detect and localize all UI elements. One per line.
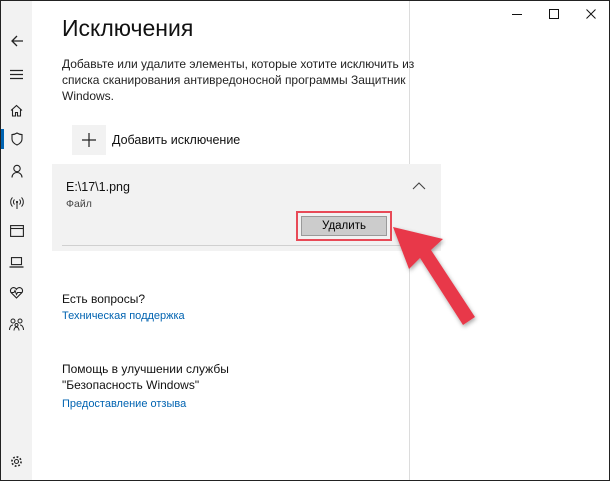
page-title: Исключения xyxy=(62,15,194,41)
sidebar-item-home[interactable] xyxy=(1,96,32,124)
sidebar-item-app-browser[interactable] xyxy=(1,217,32,245)
improve-heading-line1: Помощь в улучшении службы xyxy=(62,362,229,376)
sidebar-item-device-health[interactable] xyxy=(1,278,32,306)
heart-pulse-icon xyxy=(9,286,24,299)
wireless-icon xyxy=(9,196,24,209)
back-button[interactable] xyxy=(1,27,32,55)
window: Исключения Добавьте или удалите элементы… xyxy=(0,0,610,481)
add-exclusion-button[interactable]: Добавить исключение xyxy=(72,125,240,155)
sidebar-item-firewall[interactable] xyxy=(1,188,32,216)
app-browser-icon xyxy=(9,225,24,237)
chevron-up-icon[interactable] xyxy=(411,180,427,192)
sidebar xyxy=(1,1,32,480)
card-divider xyxy=(62,245,429,246)
sidebar-item-virus-protection[interactable] xyxy=(1,125,32,153)
add-exclusion-label: Добавить исключение xyxy=(112,133,241,147)
sidebar-item-account[interactable] xyxy=(1,157,32,185)
laptop-icon xyxy=(9,256,24,268)
main-content: Исключения Добавьте или удалите элементы… xyxy=(32,1,609,480)
menu-button[interactable] xyxy=(1,60,32,88)
page-description: Добавьте или удалите элементы, которые х… xyxy=(62,57,415,103)
tech-support-link[interactable]: Техническая поддержка xyxy=(62,310,185,322)
add-exclusion-box xyxy=(72,125,106,155)
help-heading: Есть вопросы? xyxy=(62,292,146,306)
plus-icon xyxy=(82,133,96,147)
feedback-link[interactable]: Предоставление отзыва xyxy=(62,398,186,410)
sidebar-item-family[interactable] xyxy=(1,310,32,338)
hamburger-menu-icon xyxy=(10,69,23,79)
exclusion-item[interactable]: E:\17\1.png Файл Удалить xyxy=(52,164,441,251)
sidebar-item-device-security[interactable] xyxy=(1,248,32,276)
exclusion-path: E:\17\1.png xyxy=(66,180,130,194)
annotation-arrow xyxy=(393,227,475,325)
gear-icon xyxy=(11,455,22,467)
shield-icon xyxy=(10,132,23,146)
improve-heading-line2: "Безопасность Windows" xyxy=(62,378,200,392)
delete-highlight-box: Удалить xyxy=(296,211,392,241)
back-arrow-icon xyxy=(10,35,23,47)
person-icon xyxy=(10,164,23,178)
delete-button[interactable]: Удалить xyxy=(301,216,387,236)
family-icon xyxy=(9,318,24,331)
sidebar-item-settings[interactable] xyxy=(1,447,32,475)
exclusion-type: Файл xyxy=(66,198,92,210)
home-icon xyxy=(10,104,23,117)
